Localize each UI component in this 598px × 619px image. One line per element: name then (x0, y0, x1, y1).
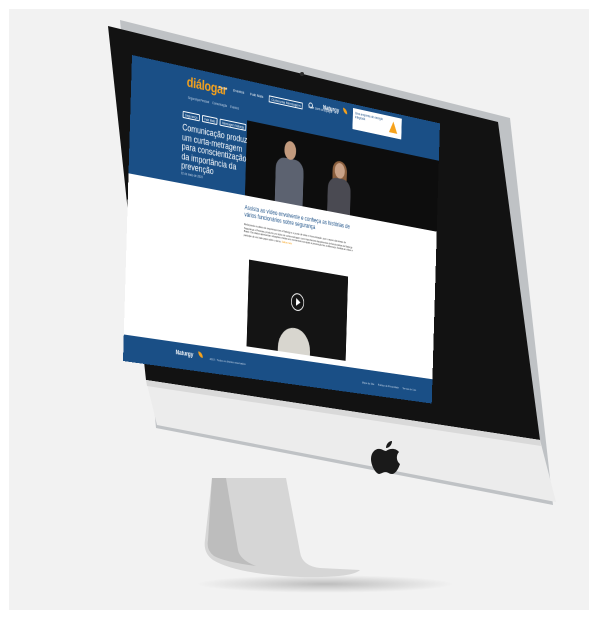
breadcrumb: Segurança Pessoal Comunicação Eventos (188, 96, 239, 111)
video-thumbnail-chair (277, 325, 311, 356)
header-banner[interactable]: Uma empresa de energia integrada (352, 107, 402, 140)
naturgy-mark-icon (342, 107, 348, 115)
nav-item-curta[interactable]: Curta uma Mensagem (269, 95, 303, 110)
camera-icon (300, 72, 304, 76)
breadcrumb-item[interactable]: Eventos (230, 105, 239, 111)
nav-item-home[interactable]: Home (219, 84, 227, 93)
hero-photo-man (274, 136, 305, 207)
footer-links: Mapa do Site Política de Privacidade Ter… (362, 381, 416, 392)
breadcrumb-item[interactable]: Segurança Pessoal (188, 96, 209, 105)
footer-mark-icon (198, 351, 203, 358)
footer-copyright: 2019 - Todos os direitos reservados (209, 356, 246, 367)
header-banner-text: Uma empresa de energia integrada (354, 111, 383, 122)
nav-item-eventos[interactable]: Eventos (233, 88, 244, 97)
footer-naturgy-logo[interactable]: Naturgy (176, 350, 194, 359)
footer-link-terms[interactable]: Termos de Uso (402, 386, 416, 392)
search-icon[interactable] (308, 102, 313, 109)
tag-seguranca[interactable]: Segurança (182, 110, 200, 122)
breadcrumb-item[interactable]: Comunicação (212, 101, 227, 108)
footer-link-sitemap[interactable]: Mapa do Site (362, 381, 374, 387)
nav-item-fale-mais[interactable]: Fale Mais (250, 91, 263, 101)
tag-fale-mais[interactable]: Fale Mais (201, 114, 218, 126)
play-icon[interactable] (290, 292, 305, 312)
video-player[interactable] (246, 259, 349, 361)
read-more-link[interactable]: Saiba mais (282, 239, 292, 245)
hero-photo-woman (327, 159, 351, 216)
tag-mensagem[interactable]: Mensagem Naturgy (219, 118, 247, 132)
banner-triangle-icon (388, 120, 398, 134)
footer-link-privacy[interactable]: Política de Privacidade (378, 383, 399, 390)
